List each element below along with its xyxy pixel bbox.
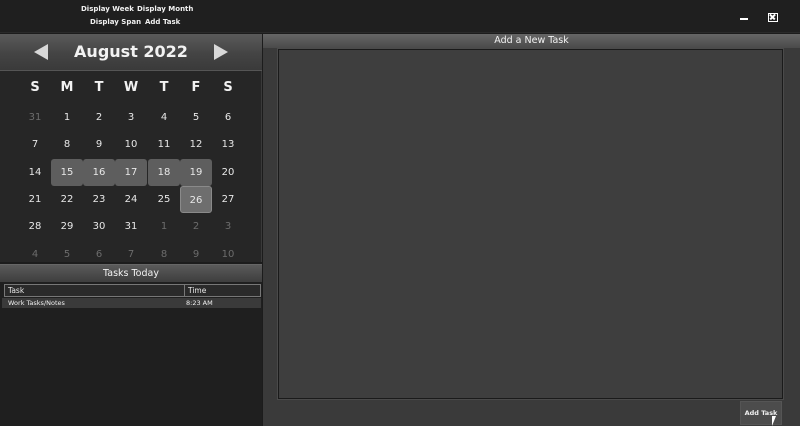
display-month-menu[interactable]: Display Month	[137, 5, 193, 13]
calendar-day[interactable]: 17	[115, 158, 147, 186]
calendar-day[interactable]: 15	[51, 158, 83, 186]
add-task-panel: Add a New Task Add Task	[263, 34, 800, 426]
task-cell: Work Tasks/Notes	[8, 299, 65, 307]
calendar-day[interactable]: 4	[148, 104, 180, 131]
add-task-menu[interactable]: Add Task	[145, 18, 180, 26]
table-header-task[interactable]: Task	[4, 284, 185, 297]
calendar-day[interactable]: 2	[180, 213, 212, 240]
calendar-day[interactable]: 21	[19, 186, 51, 213]
calendar-day[interactable]: 8	[51, 131, 83, 158]
weekday-label: W	[123, 80, 139, 95]
weekday-label: T	[159, 80, 169, 95]
calendar-day[interactable]: 1	[148, 213, 180, 240]
display-week-menu[interactable]: Display Week	[81, 5, 134, 13]
title-bar: Display Week Display Month Display Span …	[0, 0, 800, 33]
calendar-day[interactable]: 30	[83, 213, 115, 240]
calendar-day[interactable]: 31	[19, 104, 51, 131]
weekday-label: S	[30, 80, 40, 95]
tasks-today-header: Tasks Today	[0, 264, 262, 282]
calendar-day[interactable]: 3	[212, 213, 244, 240]
close-icon[interactable]	[768, 13, 778, 22]
calendar: August 2022 SMTWTFS 31 1 2 3 4 5 6 7 8 9 10 11 12 13 1…	[0, 34, 262, 262]
minimize-icon[interactable]	[738, 12, 750, 22]
weekday-label: T	[94, 80, 104, 95]
calendar-day[interactable]: 26	[180, 185, 212, 213]
calendar-day[interactable]: 18	[148, 158, 180, 186]
calendar-day[interactable]: 14	[19, 159, 51, 186]
calendar-day[interactable]: 2	[83, 104, 115, 131]
calendar-day[interactable]: 24	[115, 186, 147, 213]
display-span-menu[interactable]: Display Span	[90, 18, 141, 26]
calendar-day[interactable]: 7	[19, 131, 51, 158]
table-row[interactable]: Work Tasks/Notes 8:23 AM	[2, 298, 261, 308]
calendar-day[interactable]: 31	[115, 213, 147, 240]
calendar-day[interactable]: 9	[83, 131, 115, 158]
weekday-label: F	[191, 80, 201, 95]
calendar-day[interactable]: 23	[83, 186, 115, 213]
calendar-day[interactable]: 6	[212, 104, 244, 131]
calendar-day[interactable]: 22	[51, 186, 83, 213]
time-cell: 8:23 AM	[186, 299, 213, 307]
weekday-label: M	[60, 80, 74, 95]
calendar-day[interactable]: 13	[212, 131, 244, 158]
calendar-day[interactable]: 3	[115, 104, 147, 131]
calendar-day[interactable]: 16	[83, 158, 115, 186]
calendar-day[interactable]: 20	[212, 159, 244, 186]
task-text-area[interactable]	[277, 48, 784, 400]
weekday-label: S	[223, 80, 233, 95]
calendar-day[interactable]: 27	[212, 186, 244, 213]
calendar-day[interactable]: 5	[180, 104, 212, 131]
calendar-day[interactable]: 10	[115, 131, 147, 158]
calendar-day[interactable]: 29	[51, 213, 83, 240]
calendar-day[interactable]: 1	[51, 104, 83, 131]
weekday-header-row: SMTWTFS	[0, 80, 262, 100]
calendar-day[interactable]: 28	[19, 213, 51, 240]
add-task-header: Add a New Task	[263, 34, 800, 48]
calendar-day[interactable]: 19	[180, 158, 212, 186]
chevron-right-icon[interactable]	[214, 44, 228, 60]
calendar-header: August 2022	[0, 34, 262, 71]
calendar-day[interactable]: 25	[148, 186, 180, 213]
mouse-cursor-icon	[772, 416, 776, 426]
calendar-day[interactable]: 11	[148, 131, 180, 158]
calendar-day[interactable]: 12	[180, 131, 212, 158]
table-header-time[interactable]: Time	[184, 284, 261, 297]
